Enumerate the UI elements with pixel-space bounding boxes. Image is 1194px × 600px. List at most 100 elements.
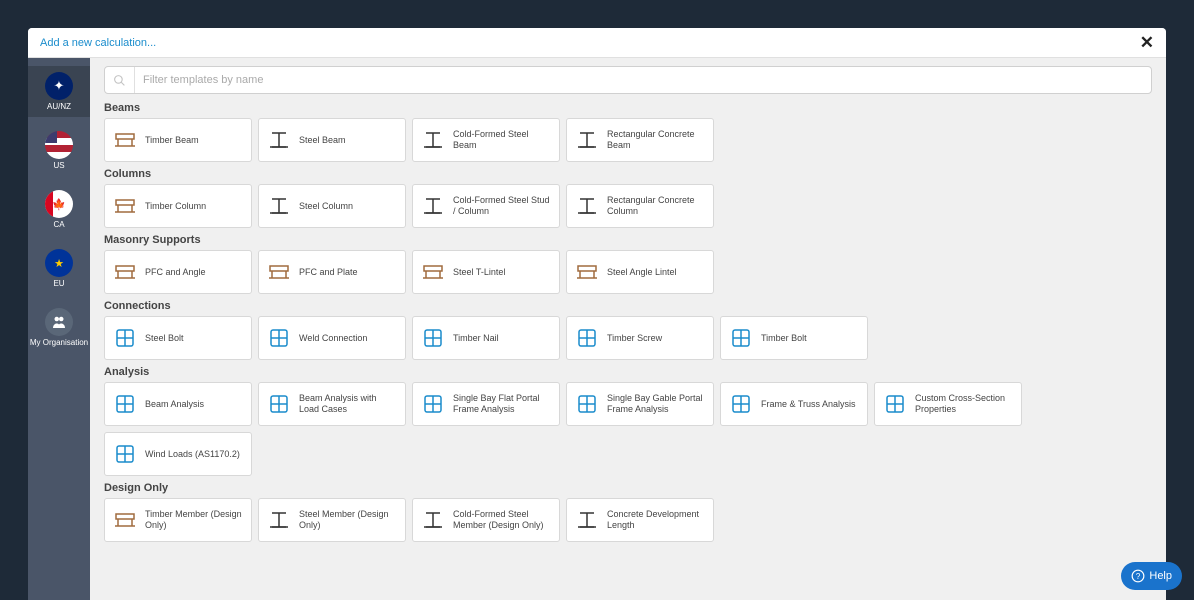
ca-flag-icon bbox=[45, 190, 73, 218]
close-icon[interactable]: ✕ bbox=[1140, 34, 1154, 51]
template-card-label: Cold-Formed Steel Member (Design Only) bbox=[453, 509, 551, 531]
template-card-label: Steel T-Lintel bbox=[453, 267, 505, 278]
black-template-icon bbox=[421, 194, 445, 218]
template-card[interactable]: Cold-Formed Steel Stud / Column bbox=[412, 184, 560, 228]
template-card[interactable]: Timber Column bbox=[104, 184, 252, 228]
template-card[interactable]: Single Bay Gable Portal Frame Analysis bbox=[566, 382, 714, 426]
modal-title[interactable]: Add a new calculation... bbox=[40, 37, 156, 49]
template-card[interactable]: PFC and Plate bbox=[258, 250, 406, 294]
us-flag-icon bbox=[45, 131, 73, 159]
template-card-label: Custom Cross-Section Properties bbox=[915, 393, 1013, 415]
region-item-au[interactable]: AU/NZ bbox=[28, 66, 90, 117]
template-card-label: Cold-Formed Steel Stud / Column bbox=[453, 195, 551, 217]
template-card[interactable]: Timber Beam bbox=[104, 118, 252, 162]
brown-template-icon bbox=[575, 260, 599, 284]
search-input[interactable] bbox=[134, 67, 1143, 93]
blue-template-icon bbox=[267, 392, 291, 416]
region-item-us[interactable]: US bbox=[28, 125, 90, 176]
template-card-label: Timber Nail bbox=[453, 333, 499, 344]
template-card[interactable]: Custom Cross-Section Properties bbox=[874, 382, 1022, 426]
region-label: US bbox=[53, 161, 64, 170]
help-label: Help bbox=[1149, 570, 1172, 582]
template-card-label: Steel Beam bbox=[299, 135, 346, 146]
template-card-label: Weld Connection bbox=[299, 333, 367, 344]
template-card[interactable]: Timber Nail bbox=[412, 316, 560, 360]
black-template-icon bbox=[575, 128, 599, 152]
template-card[interactable]: Timber Screw bbox=[566, 316, 714, 360]
search-wrap bbox=[104, 66, 1152, 94]
template-card-label: Timber Member (Design Only) bbox=[145, 509, 243, 531]
region-item-org[interactable]: My Organisation bbox=[28, 302, 90, 353]
template-card-label: Concrete Development Length bbox=[607, 509, 705, 531]
blue-template-icon bbox=[575, 326, 599, 350]
blue-template-icon bbox=[113, 326, 137, 350]
card-row: Timber Beam Steel Beam Cold-Formed Steel B… bbox=[104, 118, 1152, 162]
template-card[interactable]: Concrete Development Length bbox=[566, 498, 714, 542]
card-row: Steel Bolt Weld Connection Timber Nail Timb… bbox=[104, 316, 1152, 360]
section-heading: Analysis bbox=[104, 366, 1152, 378]
template-card-label: PFC and Plate bbox=[299, 267, 358, 278]
region-sidebar: AU/NZ US CA EU My Organisation bbox=[28, 58, 90, 600]
template-card[interactable]: Weld Connection bbox=[258, 316, 406, 360]
template-card[interactable]: Steel Beam bbox=[258, 118, 406, 162]
region-item-ca[interactable]: CA bbox=[28, 184, 90, 235]
search-icon bbox=[113, 74, 126, 87]
template-card-label: Steel Angle Lintel bbox=[607, 267, 677, 278]
org-flag-icon bbox=[45, 308, 73, 336]
template-card[interactable]: Steel Bolt bbox=[104, 316, 252, 360]
black-template-icon bbox=[575, 508, 599, 532]
add-calculation-modal: Add a new calculation... ✕ AU/NZ US CA EU My… bbox=[28, 28, 1166, 600]
blue-template-icon bbox=[113, 392, 137, 416]
template-card[interactable]: Timber Member (Design Only) bbox=[104, 498, 252, 542]
section-heading: Design Only bbox=[104, 482, 1152, 494]
template-card[interactable]: Timber Bolt bbox=[720, 316, 868, 360]
template-content: Beams Timber Beam Steel Beam Cold-Formed St… bbox=[90, 58, 1166, 600]
brown-template-icon bbox=[113, 128, 137, 152]
template-card-label: Beam Analysis with Load Cases bbox=[299, 393, 397, 415]
template-card[interactable]: Beam Analysis with Load Cases bbox=[258, 382, 406, 426]
template-card[interactable]: Cold-Formed Steel Beam bbox=[412, 118, 560, 162]
template-card[interactable]: Rectangular Concrete Beam bbox=[566, 118, 714, 162]
template-card[interactable]: Steel T-Lintel bbox=[412, 250, 560, 294]
template-card-label: Timber Screw bbox=[607, 333, 662, 344]
blue-template-icon bbox=[729, 392, 753, 416]
template-card-label: Rectangular Concrete Beam bbox=[607, 129, 705, 151]
region-item-eu[interactable]: EU bbox=[28, 243, 90, 294]
blue-template-icon bbox=[883, 392, 907, 416]
region-label: AU/NZ bbox=[47, 102, 71, 111]
black-template-icon bbox=[421, 128, 445, 152]
template-card-label: Steel Bolt bbox=[145, 333, 184, 344]
template-card[interactable]: Frame & Truss Analysis bbox=[720, 382, 868, 426]
template-card-label: Single Bay Flat Portal Frame Analysis bbox=[453, 393, 551, 415]
template-card-label: Single Bay Gable Portal Frame Analysis bbox=[607, 393, 705, 415]
template-card[interactable]: Single Bay Flat Portal Frame Analysis bbox=[412, 382, 560, 426]
template-card-label: Cold-Formed Steel Beam bbox=[453, 129, 551, 151]
section-heading: Beams bbox=[104, 102, 1152, 114]
black-template-icon bbox=[267, 508, 291, 532]
template-card[interactable]: Wind Loads (AS1170.2) bbox=[104, 432, 252, 476]
template-card-label: Wind Loads (AS1170.2) bbox=[145, 449, 240, 460]
template-card[interactable]: Steel Member (Design Only) bbox=[258, 498, 406, 542]
blue-template-icon bbox=[729, 326, 753, 350]
template-card-label: Steel Member (Design Only) bbox=[299, 509, 397, 531]
brown-template-icon bbox=[113, 260, 137, 284]
card-row: Beam Analysis Beam Analysis with Load Cas… bbox=[104, 382, 1152, 476]
help-button[interactable]: ? Help bbox=[1121, 562, 1182, 590]
section-heading: Columns bbox=[104, 168, 1152, 180]
region-label: EU bbox=[53, 279, 64, 288]
template-card[interactable]: Beam Analysis bbox=[104, 382, 252, 426]
card-row: Timber Member (Design Only) Steel Member … bbox=[104, 498, 1152, 542]
template-card-label: Timber Beam bbox=[145, 135, 199, 146]
card-row: PFC and Angle PFC and Plate Steel T-Lintel… bbox=[104, 250, 1152, 294]
brown-template-icon bbox=[267, 260, 291, 284]
blue-template-icon bbox=[267, 326, 291, 350]
template-card[interactable]: Steel Column bbox=[258, 184, 406, 228]
blue-template-icon bbox=[575, 392, 599, 416]
template-card[interactable]: Steel Angle Lintel bbox=[566, 250, 714, 294]
template-card-label: PFC and Angle bbox=[145, 267, 206, 278]
template-card[interactable]: Rectangular Concrete Column bbox=[566, 184, 714, 228]
template-card[interactable]: PFC and Angle bbox=[104, 250, 252, 294]
template-card[interactable]: Cold-Formed Steel Member (Design Only) bbox=[412, 498, 560, 542]
template-card-label: Timber Bolt bbox=[761, 333, 807, 344]
blue-template-icon bbox=[421, 326, 445, 350]
